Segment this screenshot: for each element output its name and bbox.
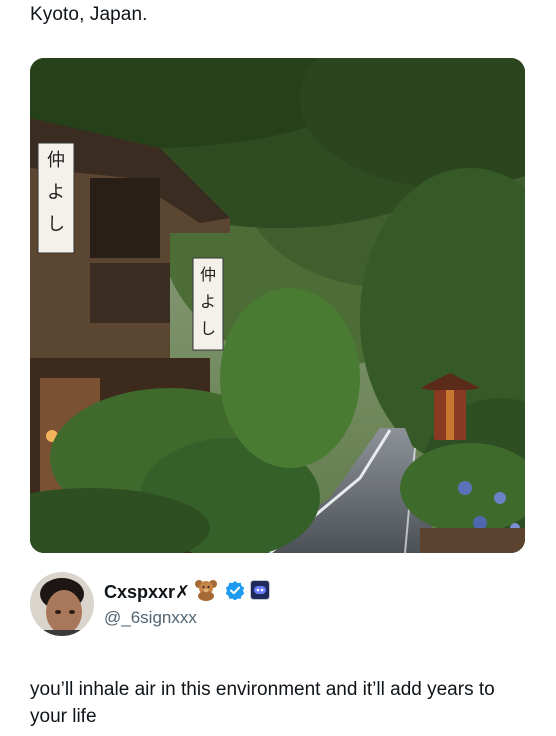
affiliate-badge-icon[interactable] [250,580,271,605]
teddy-bear-icon [194,579,218,606]
sign-2-char-2: よ [200,292,216,311]
author-names: Cxspxxr✗ @_6signxxx [104,579,271,628]
display-name[interactable]: Cxspxxr✗ [104,582,190,603]
sign-1-char-2: よ [47,182,65,203]
photo-illustration: 仲 よ し 仲 よ し [30,58,525,553]
sign-1-char-3: し [47,214,65,235]
verified-badge-icon[interactable] [225,580,245,605]
caption: Kyoto, Japan. [30,4,148,25]
tweet-text: you’ll inhale air in this environment an… [30,679,495,727]
sign-2-char-3: し [200,319,216,338]
author-row[interactable]: Cxspxxr✗ @_6signxxx [30,572,271,636]
sign-1-char-1: 仲 [47,150,65,171]
kyoto-street-photo[interactable]: 仲 よ し 仲 よ し [30,58,525,553]
sign-2-char-1: 仲 [200,265,216,284]
name-row: Cxspxxr✗ [104,579,271,606]
avatar[interactable] [30,572,94,636]
handle[interactable]: @_6signxxx [104,608,270,628]
avatar-image [30,572,94,636]
